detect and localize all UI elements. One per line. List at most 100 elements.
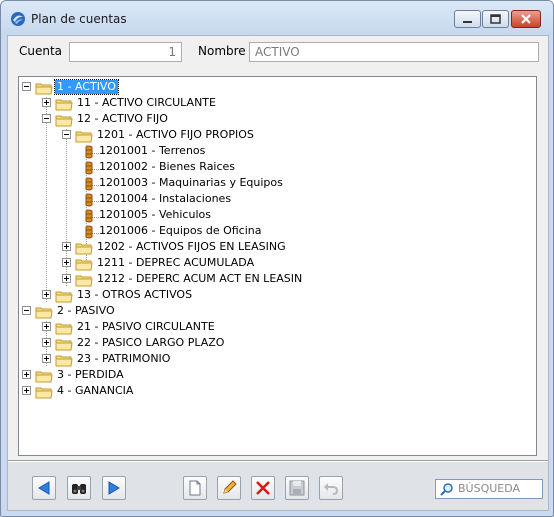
expand-icon[interactable] [42,338,51,347]
tree-node[interactable]: 1212 - DEPERC ACUM ACT EN LEASIN [19,271,529,287]
undo-button[interactable] [319,476,343,500]
tree-node-label: 13 - OTROS ACTIVOS [77,288,193,301]
tree-node-label: 1202 - ACTIVOS FIJOS EN LEASING [97,240,286,253]
tree-node-label: 1 - ACTIVO [54,79,119,95]
account-icon [83,208,95,223]
cuenta-field[interactable]: 1 [69,42,182,62]
tree-node-label: 1201004 - Instalaciones [99,192,232,205]
minimize-icon [463,21,472,23]
account-icon [83,224,95,239]
tree-node-label: 23 - PATRIMONIO [77,352,171,365]
folder-icon [75,272,93,287]
tree-node-label: 1211 - DEPREC ACUMULADA [97,256,255,269]
expand-icon[interactable] [22,386,31,395]
folder-icon [55,288,73,303]
collapse-icon[interactable] [22,82,31,91]
tree-node-label: 1201002 - Bienes Raices [99,160,236,173]
tree-leaf[interactable]: 1201006 - Equipos de Oficina [19,223,529,239]
tree-node-label: 2 - PASIVO [57,304,115,317]
close-icon [521,14,531,24]
folder-icon [35,368,53,383]
folder-icon [35,304,53,319]
folder-icon [75,256,93,271]
nombre-label: Nombre [198,44,246,58]
tree-leaf[interactable]: 1201001 - Terrenos [19,143,529,159]
folder-icon [75,240,93,255]
tree-node-label: 12 - ACTIVO FIJO [77,112,168,125]
tree-node[interactable]: 22 - PASICO LARGO PLAZO [19,335,529,351]
expand-icon[interactable] [42,98,51,107]
account-icon [83,144,95,159]
find-button[interactable] [67,476,91,500]
folder-icon [55,352,73,367]
close-button[interactable] [511,10,541,28]
maximize-icon [490,14,501,24]
account-tree[interactable]: 1 - ACTIVO 11 - ACTIVO CIRCULANTE 12 - ACT… [18,76,537,456]
folder-icon [55,336,73,351]
maximize-button[interactable] [482,10,509,28]
expand-icon[interactable] [22,370,31,379]
app-icon [11,12,25,26]
search-box[interactable]: BÚSQUEDA [435,479,543,499]
tree-node-label: 21 - PASIVO CIRCULANTE [77,320,215,333]
save-disk-icon [289,480,305,496]
delete-button[interactable] [251,476,275,500]
folder-icon [75,128,93,143]
tree-node[interactable]: 3 - PERDIDA [19,367,529,383]
arrow-left-icon [38,481,50,495]
tree-node-label: 1201001 - Terrenos [99,144,206,157]
tree-node[interactable]: 12 - ACTIVO FIJO [19,111,529,127]
tree-node[interactable]: 1 - ACTIVO [19,79,529,95]
tree-node[interactable]: 1202 - ACTIVOS FIJOS EN LEASING [19,239,529,255]
tree-node[interactable]: 2 - PASIVO [19,303,529,319]
next-button[interactable] [102,476,126,500]
tree-node-label: 1212 - DEPERC ACUM ACT EN LEASIN [97,272,303,285]
tree-node[interactable]: 1201 - ACTIVO FIJO PROPIOS [19,127,529,143]
tree-leaf[interactable]: 1201004 - Instalaciones [19,191,529,207]
tree-node[interactable]: 1211 - DEPREC ACUMULADA [19,255,529,271]
new-document-icon [189,480,201,496]
tree-node[interactable]: 11 - ACTIVO CIRCULANTE [19,95,529,111]
expand-icon[interactable] [42,322,51,331]
tree-node-label: 1201003 - Maquinarias y Equipos [99,176,283,189]
title-bar[interactable]: Plan de cuentas [1,1,553,35]
expand-icon[interactable] [62,242,71,251]
cuenta-label: Cuenta [19,44,63,58]
nombre-field[interactable]: ACTIVO [249,42,539,62]
tree-node-label: 11 - ACTIVO CIRCULANTE [77,96,216,109]
tree-node-label: 1201 - ACTIVO FIJO PROPIOS [97,128,254,141]
collapse-icon[interactable] [42,114,51,123]
folder-icon [55,320,73,335]
pencil-icon [223,480,237,494]
edit-button[interactable] [217,476,241,500]
tree-leaf[interactable]: 1201003 - Maquinarias y Equipos [19,175,529,191]
expand-icon[interactable] [62,274,71,283]
folder-icon [55,112,73,127]
minimize-button[interactable] [454,10,481,28]
expand-icon[interactable] [42,290,51,299]
window: Plan de cuentas Cuenta 1 Nombre ACTIVO 1… [0,0,554,517]
tree-node-label: 1201005 - Vehiculos [99,208,211,221]
tree-node[interactable]: 13 - OTROS ACTIVOS [19,287,529,303]
expand-icon[interactable] [42,354,51,363]
previous-button[interactable] [32,476,56,500]
tree-node-label: 22 - PASICO LARGO PLAZO [77,336,225,349]
tree-node[interactable]: 4 - GANANCIA [19,383,529,399]
collapse-icon[interactable] [62,130,71,139]
tree-leaf[interactable]: 1201005 - Vehiculos [19,207,529,223]
tree-node-label: 4 - GANANCIA [57,384,134,397]
window-title: Plan de cuentas [31,12,127,26]
expand-icon[interactable] [62,258,71,267]
tree-node-label: 1201006 - Equipos de Oficina [99,224,262,237]
folder-icon [35,384,53,399]
collapse-icon[interactable] [22,306,31,315]
save-button[interactable] [285,476,309,500]
delete-x-icon [256,481,270,495]
toolbar: BÚSQUEDA [8,462,548,510]
tree-leaf[interactable]: 1201002 - Bienes Raices [19,159,529,175]
account-icon [83,160,95,175]
tree-node[interactable]: 23 - PATRIMONIO [19,351,529,367]
tree-node[interactable]: 21 - PASIVO CIRCULANTE [19,319,529,335]
new-button[interactable] [183,476,207,500]
binoculars-icon [72,484,86,494]
